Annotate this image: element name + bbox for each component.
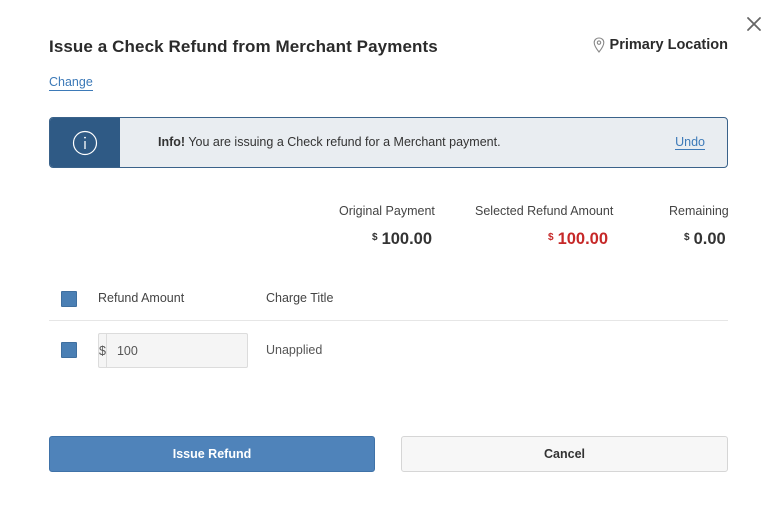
location-pin-icon <box>593 37 604 53</box>
change-location-link[interactable]: Change <box>49 75 93 91</box>
original-payment-amount: 100.00 <box>381 230 433 248</box>
info-lead: Info! <box>158 135 186 149</box>
currency-prefix: $ <box>99 334 107 367</box>
remaining-label: Remaining <box>669 204 729 218</box>
dialog-title: Issue a Check Refund from Merchant Payme… <box>49 37 438 56</box>
close-icon[interactable] <box>744 14 764 34</box>
location-label: Primary Location <box>609 37 728 53</box>
info-body: You are issuing a Check refund for a Mer… <box>185 135 501 149</box>
cancel-button[interactable]: Cancel <box>401 436 728 472</box>
original-payment-value: $ 100.00 <box>372 230 432 249</box>
refund-amount-header: Refund Amount <box>98 291 185 305</box>
charge-title-header: Charge Title <box>266 291 334 305</box>
issue-refund-button[interactable]: Issue Refund <box>49 436 375 472</box>
location-indicator: Primary Location <box>593 37 728 53</box>
selected-refund-amount: 100.00 <box>557 230 609 248</box>
info-banner: Info! You are issuing a Check refund for… <box>49 117 728 168</box>
undo-link[interactable]: Undo <box>675 135 705 150</box>
select-all-checkbox[interactable] <box>61 291 77 307</box>
refund-amount-input[interactable] <box>106 334 278 367</box>
currency-symbol: $ <box>684 232 690 243</box>
remaining-amount: 0.00 <box>693 230 726 248</box>
charge-title-cell: Unapplied <box>266 343 323 357</box>
refund-amount-field: $ <box>98 333 278 368</box>
currency-symbol: $ <box>372 232 378 243</box>
info-icon <box>72 130 98 155</box>
close-button[interactable] <box>744 14 764 34</box>
original-payment-label: Original Payment <box>339 204 435 218</box>
row-checkbox[interactable] <box>61 342 77 358</box>
info-message: Info! You are issuing a Check refund for… <box>158 135 501 149</box>
currency-symbol: $ <box>548 232 554 243</box>
remaining-value: $ 0.00 <box>684 230 726 249</box>
info-icon-box <box>50 118 120 167</box>
selected-refund-value: $ 100.00 <box>548 230 608 249</box>
selected-refund-label: Selected Refund Amount <box>475 204 614 218</box>
table-divider <box>49 320 728 321</box>
